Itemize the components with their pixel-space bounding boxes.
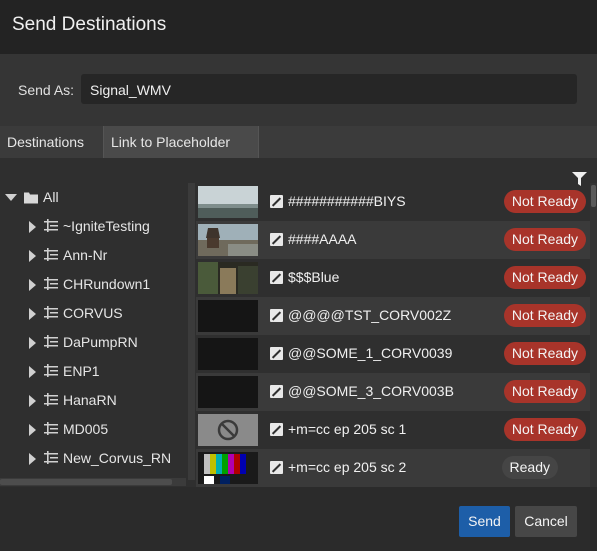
tree-item-label: ENP1 xyxy=(63,363,100,379)
scrollbar-thumb[interactable] xyxy=(0,479,172,485)
tree-item-all[interactable]: All xyxy=(0,183,186,212)
edit-icon xyxy=(270,271,283,284)
rundown-icon xyxy=(44,451,58,464)
placeholder-name: ###########BIYS xyxy=(288,193,406,209)
cancel-button[interactable]: Cancel xyxy=(515,506,577,537)
tree-item[interactable]: HanaRN xyxy=(0,386,186,415)
placeholder-row[interactable]: ###########BIYS Not Ready xyxy=(196,183,590,221)
rundown-icon xyxy=(44,422,58,435)
folder-icon xyxy=(24,192,38,204)
status-badge: Ready xyxy=(501,456,558,479)
edit-icon xyxy=(270,309,283,322)
tree-horizontal-scrollbar[interactable] xyxy=(0,478,186,486)
placeholder-thumbnail xyxy=(198,186,258,218)
rundown-icon xyxy=(44,393,58,406)
placeholder-row[interactable]: @@@@TST_CORV002Z Not Ready xyxy=(196,297,590,335)
scrollbar-thumb[interactable] xyxy=(591,185,596,207)
dialog-title: Send Destinations xyxy=(12,14,167,35)
send-as-label: Send As: xyxy=(18,82,75,98)
placeholder-name: @@SOME_3_CORV003B xyxy=(288,383,454,399)
tree-item[interactable]: DaPumpRN xyxy=(0,328,186,357)
tree-item[interactable]: Ann-Nr xyxy=(0,241,186,270)
rundown-icon xyxy=(44,248,58,261)
tree-item-label: DaPumpRN xyxy=(63,334,138,350)
status-badge: Not Ready xyxy=(503,342,586,365)
tree-item[interactable]: New_Corvus_RN xyxy=(0,444,186,473)
dialog-titlebar: Send Destinations xyxy=(0,0,597,54)
tree-item-label: Ann-Nr xyxy=(63,247,108,263)
dialog-footer: Send Cancel xyxy=(0,487,597,551)
edit-icon xyxy=(270,347,283,360)
tree-item-label: CHRundown1 xyxy=(63,276,151,292)
tree-item-label: All xyxy=(43,189,59,205)
placeholder-name: +m=cc ep 205 sc 2 xyxy=(288,459,407,475)
send-button[interactable]: Send xyxy=(459,506,510,537)
status-badge: Not Ready xyxy=(503,418,586,441)
placeholder-row[interactable]: +m=cc ep 205 sc 1 Not Ready xyxy=(196,411,590,449)
tree-item-label: HanaRN xyxy=(63,392,117,408)
tree-scrollbar[interactable] xyxy=(188,183,195,480)
rundown-icon xyxy=(44,335,58,348)
placeholder-thumbnail xyxy=(198,376,258,408)
placeholder-thumbnail xyxy=(198,262,258,294)
chevron-right-icon[interactable] xyxy=(29,366,36,378)
edit-icon xyxy=(270,233,283,246)
status-badge: Not Ready xyxy=(503,266,586,289)
chevron-right-icon[interactable] xyxy=(29,308,36,320)
status-badge: Not Ready xyxy=(503,304,586,327)
tree-item[interactable]: MD005 xyxy=(0,415,186,444)
rundown-icon xyxy=(44,277,58,290)
tab-bar: Destinations Link to Placeholder xyxy=(0,126,597,158)
placeholder-thumbnail xyxy=(198,414,258,446)
placeholder-name: +m=cc ep 205 sc 1 xyxy=(288,421,407,437)
placeholder-row[interactable]: ####AAAA Not Ready xyxy=(196,221,590,259)
placeholder-row[interactable]: +m=cc ep 205 sc 2 Ready xyxy=(196,449,590,487)
chevron-right-icon[interactable] xyxy=(29,395,36,407)
placeholder-row[interactable]: $$$Blue Not Ready xyxy=(196,259,590,297)
placeholder-thumbnail xyxy=(198,300,258,332)
edit-icon xyxy=(270,195,283,208)
placeholder-name: @@SOME_1_CORV0039 xyxy=(288,345,453,361)
rundown-icon xyxy=(44,364,58,377)
tab-link-to-placeholder[interactable]: Link to Placeholder xyxy=(103,126,259,158)
edit-icon xyxy=(270,423,283,436)
chevron-right-icon[interactable] xyxy=(29,250,36,262)
placeholder-thumbnail xyxy=(198,338,258,370)
edit-icon xyxy=(270,385,283,398)
list-scrollbar[interactable] xyxy=(590,183,597,487)
tree-item-label: New_Corvus_RN xyxy=(63,450,172,466)
placeholder-thumbnail xyxy=(198,452,258,484)
chevron-right-icon[interactable] xyxy=(29,424,36,436)
rundown-icon xyxy=(44,219,58,232)
placeholder-thumbnail xyxy=(198,224,258,256)
tree-item[interactable]: CORVUS xyxy=(0,299,186,328)
chevron-right-icon[interactable] xyxy=(29,453,36,465)
placeholder-row[interactable]: @@SOME_3_CORV003B Not Ready xyxy=(196,373,590,411)
send-as-row: Send As: Signal_WMV xyxy=(0,54,597,126)
tree-item-label: CORVUS xyxy=(63,305,123,321)
tree-item[interactable]: ENP1 xyxy=(0,357,186,386)
chevron-right-icon[interactable] xyxy=(29,221,36,233)
placeholder-row[interactable]: @@SOME_1_CORV0039 Not Ready xyxy=(196,335,590,373)
placeholder-list: ###########BIYS Not Ready ####AAAA Not Read… xyxy=(196,183,590,487)
status-badge: Not Ready xyxy=(503,380,586,403)
tree-item-label: MD005 xyxy=(63,421,109,437)
placeholder-name: $$$Blue xyxy=(288,269,340,285)
status-badge: Not Ready xyxy=(503,190,586,213)
status-badge: Not Ready xyxy=(503,228,586,251)
edit-icon xyxy=(270,461,283,474)
placeholder-name: @@@@TST_CORV002Z xyxy=(288,307,452,323)
filter-bar xyxy=(0,158,597,186)
send-as-field[interactable]: Signal_WMV xyxy=(81,74,577,104)
placeholder-name: ####AAAA xyxy=(288,231,357,247)
tree-item-label: ~IgniteTesting xyxy=(63,218,150,234)
destination-tree: All ~IgniteTesting Ann-Nr CHRundown1 CORVUS… xyxy=(0,183,190,480)
tab-destinations[interactable]: Destinations xyxy=(0,126,104,158)
tree-item[interactable]: ~IgniteTesting xyxy=(0,212,186,241)
rundown-icon xyxy=(44,306,58,319)
chevron-down-icon[interactable] xyxy=(5,194,17,201)
chevron-right-icon[interactable] xyxy=(29,337,36,349)
tree-item[interactable]: CHRundown1 xyxy=(0,270,186,299)
chevron-right-icon[interactable] xyxy=(29,279,36,291)
